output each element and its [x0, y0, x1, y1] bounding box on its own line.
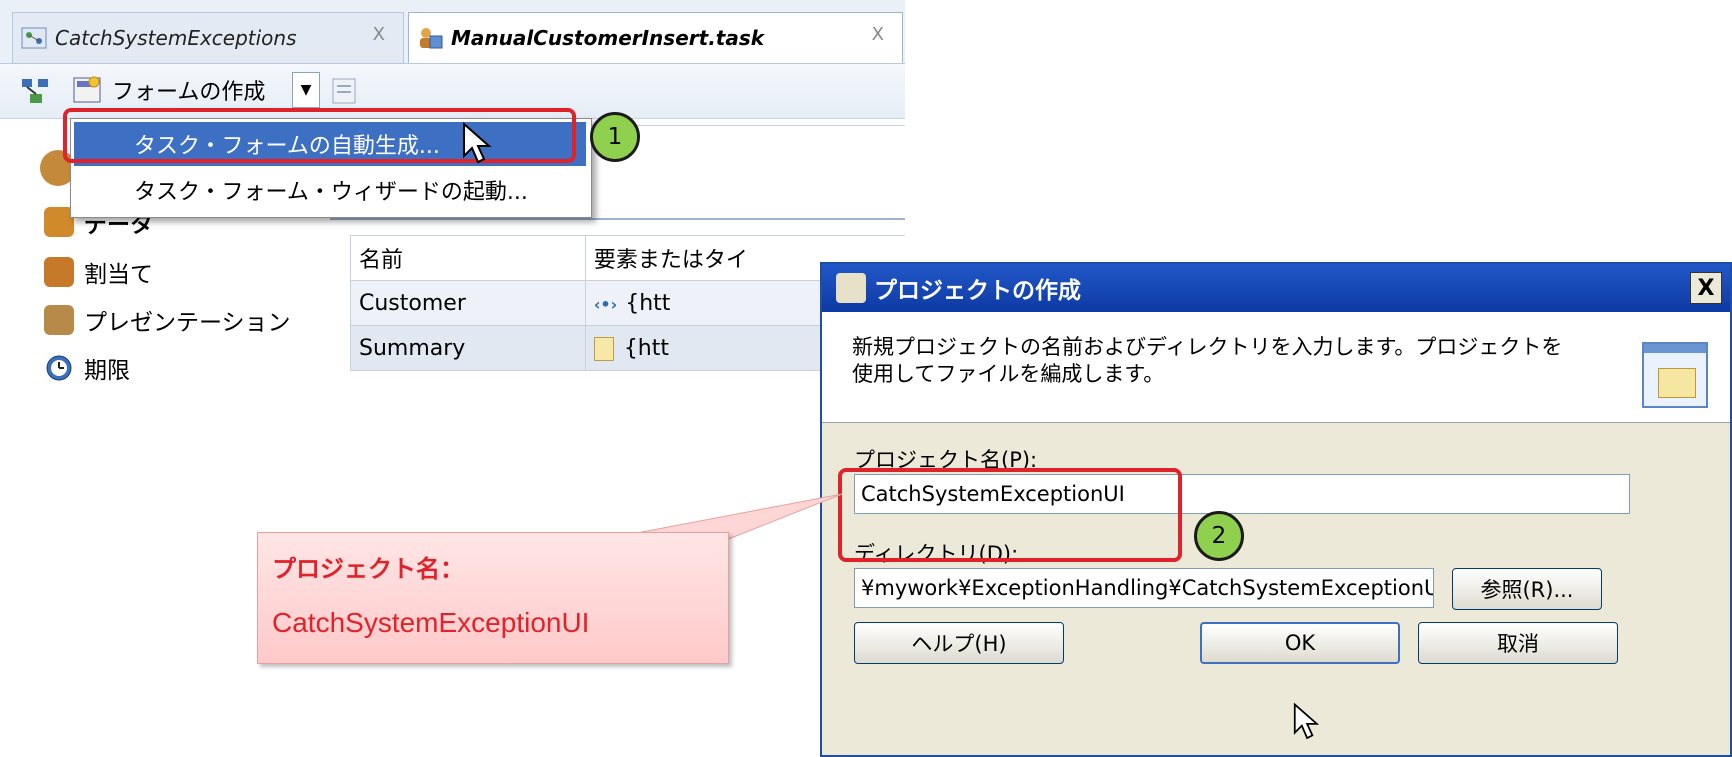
presentation-icon — [44, 305, 74, 335]
cell-name: Summary — [350, 325, 586, 371]
column-header-name[interactable]: 名前 — [350, 235, 586, 281]
callout-note: プロジェクト名： CatchSystemExceptionUI — [257, 532, 729, 664]
sidebar-item-presentation[interactable]: プレゼンテーション — [44, 300, 291, 340]
folder-icon — [1642, 342, 1708, 408]
element-icon: ‹•› — [593, 294, 618, 314]
editor-tab-bar: CatchSystemExceptions X ManualCustomerIn… — [0, 0, 905, 64]
tab-manual-customer-insert[interactable]: ManualCustomerInsert.task X — [408, 12, 903, 63]
diagram-icon[interactable] — [20, 76, 52, 106]
sidebar-item-label: 期限 — [84, 358, 130, 384]
assignment-icon — [44, 257, 74, 287]
dialog-description: 新規プロジェクトの名前およびディレクトリを入力します。プロジェクトを 使用してフ… — [852, 334, 1632, 388]
sidebar-item-label: プレゼンテーション — [84, 310, 291, 336]
step-badge: 1 — [590, 112, 640, 162]
composite-icon — [21, 27, 47, 49]
description-line: 新規プロジェクトの名前およびディレクトリを入力します。プロジェクトを — [852, 335, 1563, 359]
cell-type-value: {htt — [625, 290, 671, 316]
tab-label: ManualCustomerInsert.task — [451, 26, 765, 50]
tab-catch-system-exceptions[interactable]: CatchSystemExceptions X — [12, 12, 404, 63]
cancel-button[interactable]: 取消 — [1418, 622, 1618, 664]
mouse-cursor-icon — [1293, 702, 1320, 740]
chevron-down-icon[interactable]: ▼ — [292, 72, 320, 108]
browse-button[interactable]: 参照(R)... — [1452, 568, 1602, 610]
description-line: 使用してファイルを編成します。 — [852, 362, 1165, 386]
divider — [330, 218, 905, 220]
close-icon[interactable]: X — [872, 24, 884, 45]
directory-input[interactable]: ¥mywork¥ExceptionHandling¥CatchSystemExc… — [854, 568, 1434, 608]
sidebar-item-label: 割当て — [84, 262, 153, 288]
dialog-title-bar[interactable]: プロジェクトの作成 X — [822, 264, 1730, 312]
callout-title: プロジェクト名： — [272, 555, 464, 583]
highlight-box — [838, 468, 1182, 562]
callout-value: CatchSystemExceptionUI — [272, 607, 590, 638]
project-icon — [836, 273, 866, 303]
type-icon — [593, 336, 614, 361]
clock-icon — [46, 355, 72, 381]
close-icon[interactable]: X — [373, 24, 385, 45]
task-editor: CatchSystemExceptions X ManualCustomerIn… — [0, 0, 905, 415]
form-preview-icon[interactable] — [330, 76, 360, 106]
close-button[interactable]: X — [1690, 272, 1722, 304]
menu-item-launch-form-wizard[interactable]: タスク・フォーム・ウィザードの起動... — [74, 168, 586, 212]
human-task-icon — [420, 28, 443, 49]
help-button[interactable]: ヘルプ(H) — [854, 622, 1064, 664]
dialog-header: 新規プロジェクトの名前およびディレクトリを入力します。プロジェクトを 使用してフ… — [822, 312, 1730, 423]
cell-name: Customer — [350, 280, 586, 326]
tab-label: CatchSystemExceptions — [55, 26, 297, 50]
sidebar-item-deadline[interactable]: 期限 — [44, 348, 130, 388]
cell-type-value: {htt — [623, 335, 670, 361]
sidebar-item-assignment[interactable]: 割当て — [44, 252, 153, 292]
highlight-box — [63, 108, 576, 163]
dialog-title: プロジェクトの作成 — [874, 278, 1081, 304]
form-icon — [73, 76, 101, 103]
step-badge: 2 — [1194, 511, 1244, 561]
create-form-button[interactable]: フォームの作成 — [72, 70, 265, 110]
ok-button[interactable]: OK — [1200, 622, 1400, 664]
create-form-label: フォームの作成 — [112, 80, 266, 105]
mouse-cursor-icon — [463, 122, 492, 164]
